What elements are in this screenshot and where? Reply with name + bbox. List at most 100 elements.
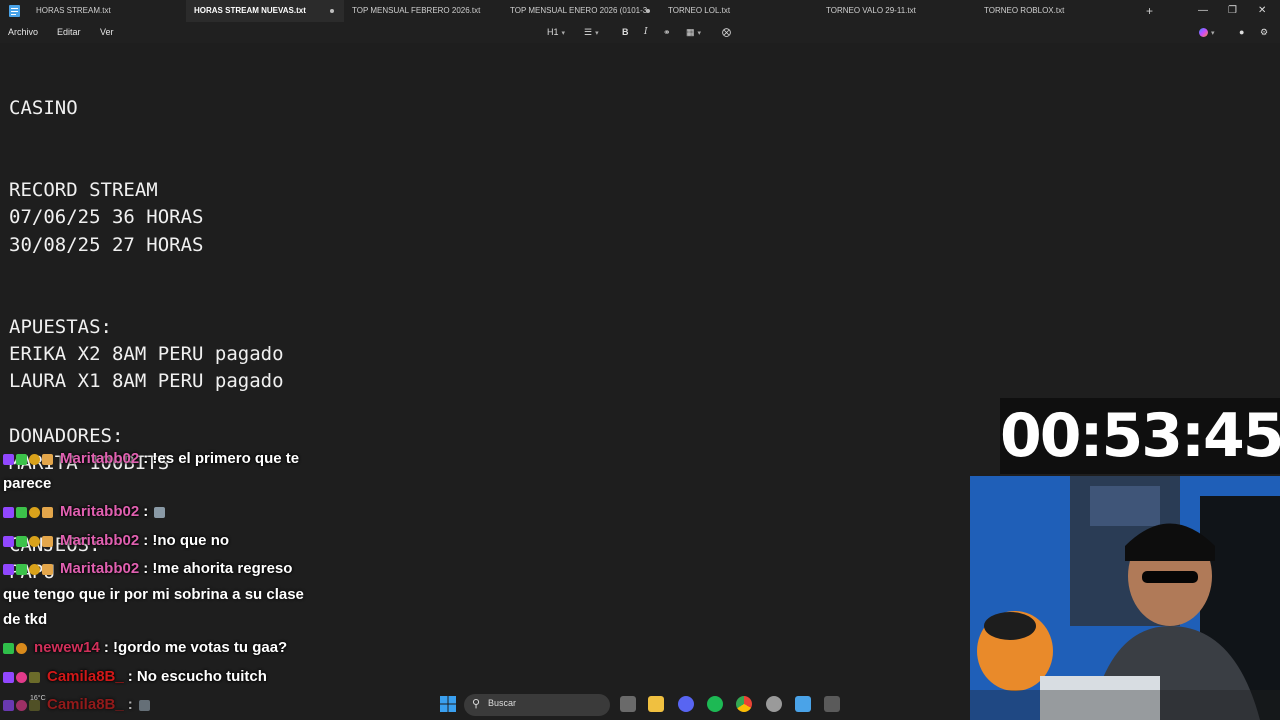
search-icon: ⚲ xyxy=(472,698,481,710)
chat-text-continued: parece xyxy=(3,475,52,492)
stream-timer: 00:53:45 xyxy=(1000,398,1280,474)
file-explorer-icon[interactable] xyxy=(648,696,664,712)
heading-label: H1 xyxy=(547,27,559,37)
heart-badge-icon xyxy=(16,672,27,684)
weather-widget[interactable]: 16°C xyxy=(30,695,46,702)
tab-torneo-valo[interactable]: TORNEO VALO 29-11.txt xyxy=(826,0,976,22)
chat-text: : !es el primero que te xyxy=(143,450,300,467)
clear-format-icon[interactable]: ⨂ xyxy=(722,26,731,38)
editor-line: APUESTAS: xyxy=(9,316,112,338)
copilot-dropdown[interactable]: ▾ xyxy=(1199,26,1215,40)
tab-torneo-roblox[interactable]: TORNEO ROBLOX.txt xyxy=(984,0,1134,22)
maximize-icon[interactable]: ❐ xyxy=(1228,4,1237,18)
chat-badges xyxy=(3,561,55,578)
crown-badge-icon xyxy=(29,454,40,466)
chat-message: Maritabb02: xyxy=(3,503,167,521)
link-icon[interactable]: ⚭ xyxy=(663,26,671,38)
settings-gear-icon[interactable]: ⚙ xyxy=(1260,26,1268,38)
chat-username: Maritabb02 xyxy=(60,503,140,520)
twitch-badge-icon xyxy=(3,564,14,576)
chat-username: Maritabb02 xyxy=(60,560,140,577)
list-icon: ☰ xyxy=(584,27,593,37)
chat-text-continued: de tkd xyxy=(3,611,48,628)
tab-horas-stream[interactable]: HORAS STREAM.txt xyxy=(36,0,186,22)
chevron-down-icon: ▾ xyxy=(595,30,599,37)
menu-edit[interactable]: Editar xyxy=(57,27,81,37)
stream-chat: Maritabb02: !es el primero que te parece… xyxy=(0,448,340,720)
chat-message: newew14: !gordo me votas tu gaa? xyxy=(3,639,287,657)
close-icon[interactable]: ✕ xyxy=(1258,4,1266,18)
chat-username: Maritabb02 xyxy=(60,450,140,467)
chat-badges xyxy=(3,504,55,521)
list-dropdown[interactable]: ☰ ▾ xyxy=(584,26,599,40)
notepad-app-icon xyxy=(9,5,20,17)
notepad-icon[interactable] xyxy=(795,696,811,712)
task-view-icon[interactable] xyxy=(620,696,636,712)
chat-message: Camila8B_: No escucho tuitch xyxy=(3,668,267,686)
editor-line: ERIKA X2 8AM PERU pagado xyxy=(9,343,284,365)
table-dropdown[interactable]: ▦ ▾ xyxy=(686,26,701,40)
menu-view[interactable]: Ver xyxy=(100,27,114,37)
crown-badge-icon xyxy=(29,564,40,576)
chrome-icon[interactable] xyxy=(736,696,752,712)
flame-badge-icon xyxy=(42,564,53,576)
chat-text: : !no que no xyxy=(143,532,230,549)
menu-file[interactable]: Archivo xyxy=(8,27,38,37)
webcam-image xyxy=(970,476,1280,720)
chat-badges xyxy=(3,451,55,468)
calculator-icon[interactable] xyxy=(824,696,840,712)
chat-text: : No escucho tuitch xyxy=(127,668,267,685)
unsaved-dot-icon xyxy=(646,9,650,13)
editor-line: 30/08/25 27 HORAS xyxy=(9,234,204,256)
tab-horas-stream-nuevas[interactable]: HORAS STREAM NUEVAS.txt xyxy=(186,0,344,22)
minimize-icon[interactable]: — xyxy=(1198,4,1208,18)
heading-dropdown[interactable]: H1 ▾ xyxy=(547,26,565,40)
italic-icon[interactable]: I xyxy=(644,26,648,38)
tab-torneo-lol[interactable]: TORNEO LOL.txt xyxy=(668,0,818,22)
crown-badge-icon xyxy=(29,507,40,519)
chat-username: Maritabb02 xyxy=(60,532,140,549)
taskbar-search[interactable]: ⚲ Buscar xyxy=(464,694,610,716)
tab-top-febrero[interactable]: TOP MENSUAL FEBRERO 2026.txt xyxy=(352,0,502,22)
chat-text: : !me ahorita regreso xyxy=(143,560,293,577)
tab-bar: HORAS STREAM.txt HORAS STREAM NUEVAS.txt… xyxy=(0,0,1280,22)
flame-badge-icon xyxy=(42,454,53,466)
table-icon: ▦ xyxy=(686,27,695,37)
editor-line: DONADORES: xyxy=(9,425,124,447)
menu-bar: Archivo Editar Ver H1 ▾ ☰ ▾ B I ⚭ ▦ ▾ ⨂ ▾ ●… xyxy=(0,22,1280,44)
chat-badges xyxy=(3,533,55,550)
twitch-badge-icon xyxy=(3,507,14,519)
chat-message: Maritabb02: !es el primero que te xyxy=(3,450,299,468)
settings-icon[interactable] xyxy=(766,696,782,712)
tab-label: TORNEO ROBLOX.txt xyxy=(984,6,1065,15)
check-badge-icon xyxy=(16,564,27,576)
tab-top-enero[interactable]: TOP MENSUAL ENERO 2026 (0101-3 xyxy=(510,0,660,22)
tab-label: HORAS STREAM.txt xyxy=(36,6,111,15)
discord-icon[interactable] xyxy=(678,696,694,712)
chat-text: : xyxy=(143,503,149,520)
new-tab-plus-icon[interactable]: + xyxy=(1146,4,1153,18)
twitch-badge-icon xyxy=(3,672,14,684)
search-placeholder: Buscar xyxy=(488,698,517,708)
account-icon[interactable]: ● xyxy=(1239,26,1244,38)
flame-badge-icon xyxy=(42,536,53,548)
chat-text: : !gordo me votas tu gaa? xyxy=(103,639,288,656)
unsaved-dot-icon xyxy=(330,9,334,13)
k-badge-icon xyxy=(3,643,14,655)
chevron-down-icon: ▾ xyxy=(1211,30,1215,37)
chat-username: Camila8B_ xyxy=(47,668,124,685)
chat-badges xyxy=(3,640,29,657)
check-badge-icon xyxy=(16,536,27,548)
crown-badge-icon xyxy=(29,536,40,548)
tab-label: TORNEO VALO 29-11.txt xyxy=(826,6,916,15)
chat-message: Maritabb02: !no que no xyxy=(3,532,229,550)
copilot-icon xyxy=(1199,28,1208,38)
emote-icon xyxy=(154,506,166,518)
editor-line: 07/06/25 36 HORAS xyxy=(9,206,204,228)
spotify-icon[interactable] xyxy=(707,696,723,712)
tab-label: TOP MENSUAL ENERO 2026 (0101-3 xyxy=(510,6,648,15)
bold-icon[interactable]: B xyxy=(622,26,629,38)
twitch-badge-icon xyxy=(3,454,14,466)
windows-start-icon[interactable] xyxy=(440,696,456,712)
tab-label: TOP MENSUAL FEBRERO 2026.txt xyxy=(352,6,481,15)
